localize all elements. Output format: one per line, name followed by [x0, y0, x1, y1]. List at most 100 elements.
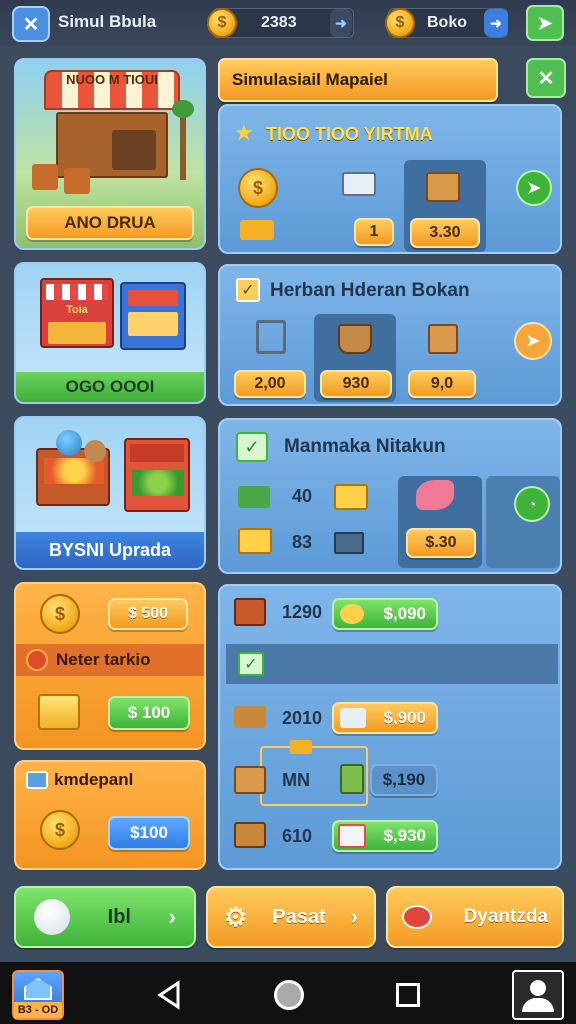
check-icon: ✓ — [236, 278, 260, 302]
market-card[interactable]: Toia OGO OOOI — [14, 262, 206, 404]
income-row: Neter tarkio — [16, 644, 204, 676]
bottom-left-button[interactable]: Ibl › — [14, 886, 196, 948]
upgrade-card[interactable]: BYSNI Uprada — [14, 416, 206, 570]
gold-bar-icon — [240, 220, 274, 240]
deposit-header: kmdepanl — [26, 770, 133, 790]
fish-icon — [416, 480, 454, 510]
gear-coin-icon — [26, 649, 48, 671]
chevron-right-icon: › — [350, 904, 358, 929]
pot-price[interactable]: 930 — [320, 370, 392, 398]
play-send-icon[interactable]: ➤ — [526, 5, 564, 41]
orders-subtitle: TIOO TIOO YIRTMA — [266, 124, 433, 144]
veggie-stall-icon — [124, 438, 190, 512]
trade-row-4-label: 610 — [282, 826, 313, 846]
globe-icon — [56, 430, 82, 456]
plane-icon — [340, 708, 366, 728]
trade-row-1-label: 1290 — [282, 602, 323, 622]
gems-value: Boko — [427, 14, 467, 31]
cargo-icon — [234, 822, 266, 848]
chair-icon — [32, 164, 58, 190]
app-logo-icon[interactable]: ✕ — [12, 6, 50, 42]
cash-icon — [238, 486, 270, 508]
trade-divider-row: ✓ — [226, 644, 558, 684]
trade-row-3-price[interactable]: $,190 — [370, 764, 438, 796]
deposit-card: kmdepanl $ $100 — [14, 760, 206, 870]
app-shortcut-label: B3 - OD — [14, 1002, 62, 1018]
home-nav-icon[interactable] — [274, 980, 304, 1010]
timer-icon: ◔ — [514, 486, 550, 522]
upgrade-banner: BYSNI Uprada — [16, 532, 204, 568]
item-price[interactable]: 3.30 — [410, 218, 480, 248]
coin-bag-icon — [340, 604, 364, 624]
jar-icon — [84, 440, 106, 462]
orders-panel: ★ TIOO TIOO YIRTMA $ 1 3.30 ➤ — [218, 104, 562, 254]
bottom-middle-button[interactable]: ⚙ Pasat › — [206, 886, 376, 948]
send-icon[interactable]: ➤ — [516, 170, 552, 206]
coin-icon: $ — [40, 594, 80, 634]
add-gems-button[interactable]: ➜ — [484, 9, 508, 37]
check-icon: ✓ — [238, 652, 264, 676]
fish-icon — [402, 905, 432, 929]
crate-icon — [234, 766, 266, 794]
chevron-right-icon: › — [168, 904, 176, 929]
tv-icon — [334, 532, 364, 554]
gold-bar-icon — [290, 740, 312, 754]
panel-header: Simulasiail Mapaiel — [218, 58, 498, 102]
crate-icon — [428, 324, 458, 354]
buy-button[interactable]: $ 100 — [108, 696, 190, 730]
palm-tree-icon — [172, 90, 194, 180]
box-icon — [26, 771, 48, 789]
qty-badge[interactable]: 1 — [354, 218, 394, 246]
supplies-title: Herban Hderan Bokan — [270, 280, 470, 301]
calendar-icon — [338, 824, 366, 848]
shop-counter — [112, 130, 156, 170]
gem-coin-icon: $ — [385, 8, 415, 38]
production-value-1: 40 — [292, 486, 313, 506]
coin-icon: $ — [238, 168, 278, 208]
income-card: $ $ 500 Neter tarkio $ 100 — [14, 582, 206, 750]
shop-card[interactable]: NUOO M TIOUI ANO DRUA — [14, 58, 206, 250]
red-stall-icon: Toia — [40, 278, 114, 348]
pot-icon — [338, 324, 372, 354]
chair-icon — [64, 168, 90, 194]
cart-price[interactable]: 2,00 — [234, 370, 306, 398]
circle-icon — [34, 899, 70, 935]
star-icon: ★ — [234, 120, 254, 145]
register-icon — [342, 172, 376, 196]
close-icon[interactable]: ✕ — [526, 58, 566, 98]
production-panel: ✓ Manmaka Nitakun 40 83 $.30 ◔ — [218, 418, 562, 574]
deposit-button[interactable]: $100 — [108, 816, 190, 850]
coin-icon: $ — [207, 8, 237, 38]
crate-price[interactable]: 9,0 — [408, 370, 476, 398]
recents-nav-icon[interactable] — [396, 983, 420, 1007]
price-button[interactable]: $ 500 — [108, 598, 188, 630]
cart-icon — [340, 764, 364, 794]
income-label: Neter tarkio — [56, 650, 151, 669]
coin-crate-icon — [334, 484, 368, 510]
add-coins-button[interactable]: ➜ — [330, 9, 352, 37]
truck-icon — [234, 706, 266, 728]
trade-row-3-label: MN — [282, 770, 310, 790]
trade-panel: 1290 $,090 ✓ 2010 $,900 MN $,190 610 $,9… — [218, 584, 562, 870]
coin-icon: $ — [40, 810, 80, 850]
profile-icon[interactable] — [512, 970, 564, 1020]
app-shortcut-icon[interactable]: B3 - OD — [12, 970, 64, 1020]
gear-icon: ⚙ — [224, 901, 248, 932]
blue-stall-icon — [120, 282, 186, 350]
shop-action-button[interactable]: ANO DRUA — [26, 206, 194, 240]
shop-sign: NUOO M TIOUI — [66, 72, 158, 87]
check-icon: ✓ — [236, 432, 268, 462]
trade-row-2-label: 2010 — [282, 708, 323, 728]
bottom-right-button[interactable]: Dyantzda — [386, 886, 564, 948]
production-value-2: 83 — [292, 532, 313, 552]
send-icon[interactable]: ➤ — [514, 322, 552, 360]
chest-icon — [234, 598, 266, 626]
production-title: Manmaka Nitakun — [284, 436, 446, 457]
crate-icon — [426, 172, 460, 202]
back-nav-icon[interactable] — [156, 980, 184, 1010]
market-banner: OGO OOOI — [16, 372, 204, 402]
app-title: Simul Bbula — [58, 12, 157, 31]
supplies-panel: ✓ Herban Hderan Bokan 2,00 930 9,0 ➤ — [218, 264, 562, 406]
coin-stack-icon — [38, 694, 80, 730]
fish-price[interactable]: $.30 — [406, 528, 476, 558]
